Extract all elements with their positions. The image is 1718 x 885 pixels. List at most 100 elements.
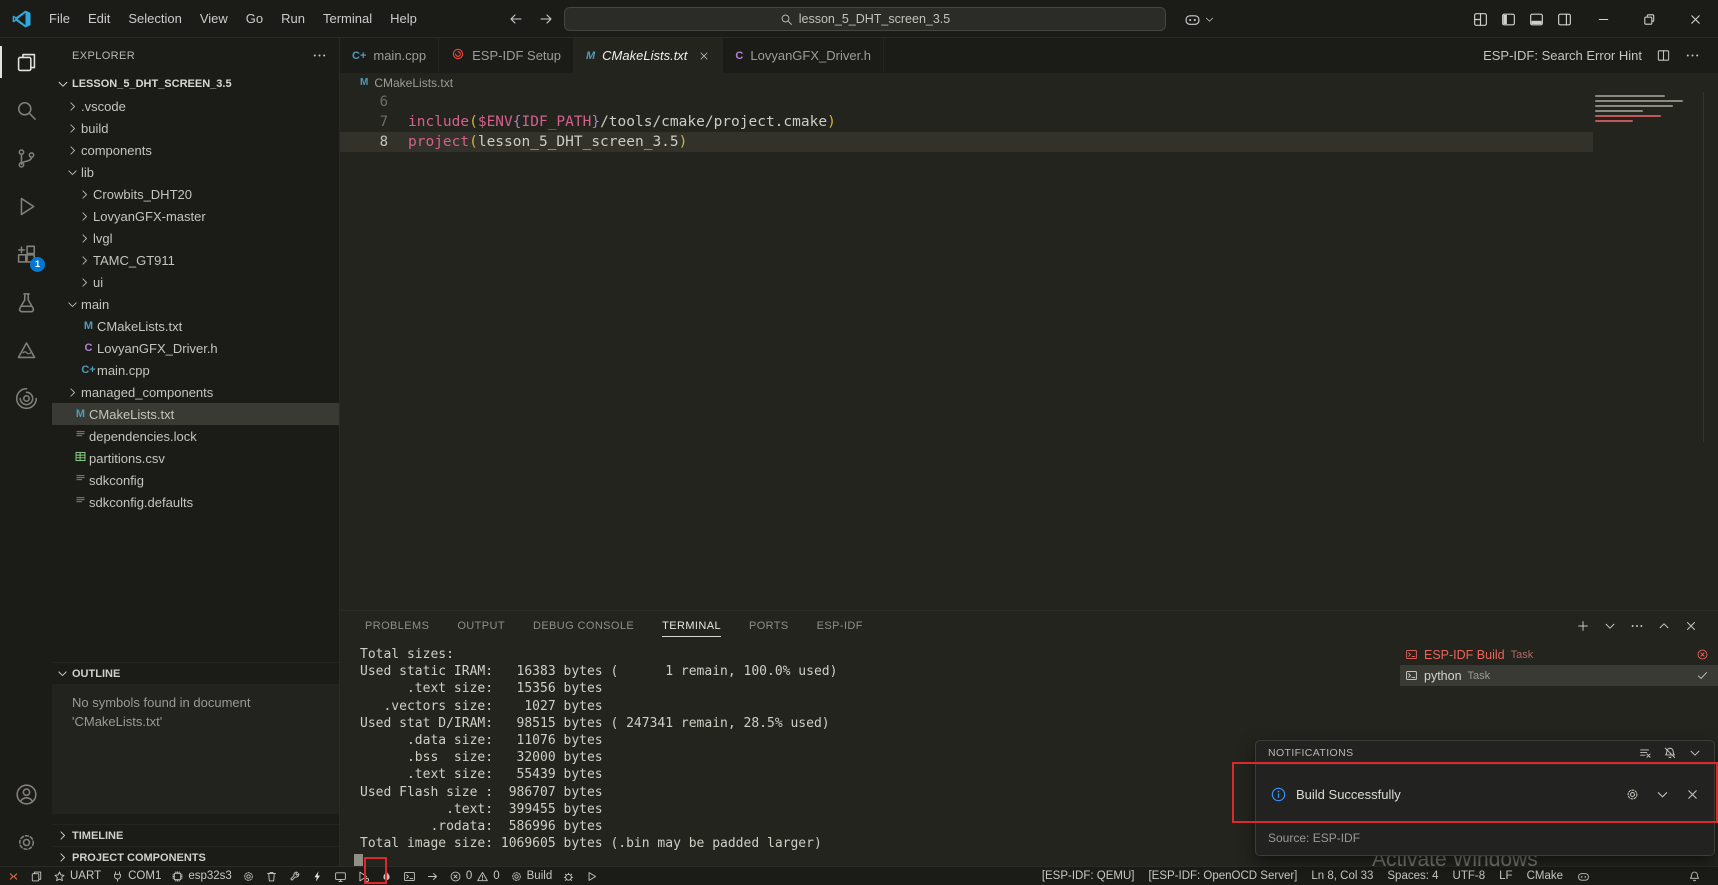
breadcrumb[interactable]: M CMakeLists.txt — [340, 73, 1718, 92]
outline-header[interactable]: OUTLINE — [52, 662, 339, 684]
toggle-panel-icon[interactable] — [1528, 11, 1545, 28]
command-center-search[interactable]: lesson_5_DHT_screen_3.5 — [564, 7, 1166, 31]
activity-account[interactable] — [0, 770, 52, 818]
panel-tab-debug-console[interactable]: DEBUG CONSOLE — [533, 611, 634, 641]
code-editor[interactable]: 67include($ENV{IDF_PATH}/tools/cmake/pro… — [340, 92, 1718, 610]
status-copilot[interactable] — [1570, 867, 1597, 885]
panel-tab-esp-idf[interactable]: ESP-IDF — [817, 611, 863, 641]
menu-view[interactable]: View — [191, 6, 237, 31]
tree-item--vscode[interactable]: .vscode — [52, 95, 339, 117]
chevron-up-icon[interactable] — [1657, 619, 1671, 633]
menu-go[interactable]: Go — [237, 6, 272, 31]
split-editor-icon[interactable] — [1656, 48, 1671, 63]
status-play[interactable] — [580, 867, 603, 885]
close-tab-icon[interactable] — [698, 50, 710, 62]
tree-item-lovyangfx-master[interactable]: LovyanGFX-master — [52, 205, 339, 227]
activity-espidf-welcome[interactable] — [0, 326, 52, 374]
tree-item-managed-components[interactable]: managed_components — [52, 381, 339, 403]
chevron-down-icon[interactable] — [1603, 619, 1617, 633]
activity-explorer[interactable] — [0, 38, 52, 86]
menu-selection[interactable]: Selection — [119, 6, 190, 31]
tree-item-lib[interactable]: lib — [52, 161, 339, 183]
status-plug[interactable]: COM1 — [106, 867, 166, 885]
panel-tab-ports[interactable]: PORTS — [749, 611, 789, 641]
status-bug[interactable] — [557, 867, 580, 885]
toggle-sidebar-icon[interactable] — [1500, 11, 1517, 28]
minimize-button[interactable] — [1580, 0, 1626, 38]
explorer-more-actions-icon[interactable] — [312, 48, 327, 63]
tree-item-crowbits-dht20[interactable]: Crowbits_DHT20 — [52, 183, 339, 205]
tree-item-cmakelists-txt[interactable]: MCMakeLists.txt — [52, 315, 339, 337]
customize-layout-icon[interactable] — [1472, 11, 1489, 28]
plus-icon[interactable] — [1576, 619, 1590, 633]
status--esp-idf-openocd-server-[interactable]: [ESP-IDF: OpenOCD Server] — [1141, 867, 1304, 885]
timeline-header[interactable]: TIMELINE — [52, 824, 339, 846]
status-bell[interactable] — [1681, 867, 1708, 885]
chevron-down-icon[interactable] — [1688, 746, 1702, 760]
editor-scrollbar[interactable] — [1703, 92, 1704, 442]
tab-cmakelists-txt[interactable]: MCMakeLists.txt — [574, 38, 723, 73]
tree-item-lvgl[interactable]: lvgl — [52, 227, 339, 249]
clear-all-notifications-icon[interactable] — [1638, 746, 1652, 760]
tab-esp-idf-setup[interactable]: ESP-IDF Setup — [439, 38, 574, 73]
status-gear[interactable]: Build — [505, 867, 558, 885]
close-button[interactable] — [1672, 0, 1718, 38]
tree-item-build[interactable]: build — [52, 117, 339, 139]
status-arrow-right[interactable] — [421, 867, 444, 885]
terminal-output[interactable]: Total sizes: Used static IRAM: 16383 byt… — [360, 646, 837, 852]
status-trash[interactable] — [260, 867, 283, 885]
panel-tab-problems[interactable]: PROBLEMS — [365, 611, 429, 641]
tree-item-main-cpp[interactable]: C+main.cpp — [52, 359, 339, 381]
activity-settings[interactable] — [0, 818, 52, 866]
status-monitor[interactable] — [329, 867, 352, 885]
task-python[interactable]: pythonTask — [1400, 665, 1718, 686]
toggle-secondary-sidebar-icon[interactable] — [1556, 11, 1573, 28]
menu-edit[interactable]: Edit — [79, 6, 119, 31]
tab-main-cpp[interactable]: C+main.cpp — [340, 38, 439, 73]
status--esp-idf-qemu-[interactable]: [ESP-IDF: QEMU] — [1035, 867, 1142, 885]
copilot-menu[interactable] — [1184, 0, 1215, 38]
status-wrench[interactable] — [283, 867, 306, 885]
tree-item-dependencies-lock[interactable]: dependencies.lock — [52, 425, 339, 447]
menu-terminal[interactable]: Terminal — [314, 6, 381, 31]
status-gear[interactable] — [237, 867, 260, 885]
forward-arrow-icon[interactable] — [538, 11, 554, 27]
kebab-icon[interactable] — [1630, 619, 1644, 633]
activity-extensions[interactable]: 1 — [0, 230, 52, 278]
menu-run[interactable]: Run — [272, 6, 314, 31]
menu-file[interactable]: File — [40, 6, 79, 31]
status-zap[interactable] — [306, 867, 329, 885]
close-icon[interactable] — [1684, 619, 1698, 633]
tab-lovyangfx-driver-h[interactable]: CLovyanGFX_Driver.h — [723, 38, 884, 73]
tree-item-cmakelists-txt[interactable]: MCMakeLists.txt — [52, 403, 339, 425]
tree-item-ui[interactable]: ui — [52, 271, 339, 293]
back-arrow-icon[interactable] — [508, 11, 524, 27]
status-terminal[interactable] — [398, 867, 421, 885]
status-ln-8-col-33[interactable]: Ln 8, Col 33 — [1304, 867, 1380, 885]
project-root-row[interactable]: LESSON_5_DHT_SCREEN_3.5 — [52, 73, 339, 95]
tree-item-partitions-csv[interactable]: partitions.csv — [52, 447, 339, 469]
activity-search[interactable] — [0, 86, 52, 134]
tree-item-lovyangfx-driver-h[interactable]: CLovyanGFX_Driver.h — [52, 337, 339, 359]
tree-item-tamc-gt911[interactable]: TAMC_GT911 — [52, 249, 339, 271]
tree-item-sdkconfig[interactable]: sdkconfig — [52, 469, 339, 491]
minimap[interactable] — [1593, 92, 1693, 122]
mute-notifications-icon[interactable] — [1663, 746, 1677, 760]
task-esp-idf-build[interactable]: ESP-IDF BuildTask — [1400, 644, 1718, 665]
espidf-search-error-hint[interactable]: ESP-IDF: Search Error Hint — [1483, 48, 1642, 63]
tree-item-main[interactable]: main — [52, 293, 339, 315]
status-files2[interactable] — [25, 867, 48, 885]
project-components-header[interactable]: PROJECT COMPONENTS — [52, 846, 339, 868]
activity-run-debug[interactable] — [0, 182, 52, 230]
panel-tab-output[interactable]: OUTPUT — [457, 611, 505, 641]
menu-help[interactable]: Help — [381, 6, 426, 31]
status-chip[interactable]: esp32s3 — [166, 867, 236, 885]
tree-item-components[interactable]: components — [52, 139, 339, 161]
status-star[interactable]: UART — [48, 867, 106, 885]
kebab-icon[interactable] — [1685, 48, 1700, 63]
activity-source-control[interactable] — [0, 134, 52, 182]
restore-button[interactable] — [1626, 0, 1672, 38]
activity-espidf-explorer[interactable] — [0, 374, 52, 422]
panel-tab-terminal[interactable]: TERMINAL — [662, 611, 721, 641]
activity-testing[interactable] — [0, 278, 52, 326]
